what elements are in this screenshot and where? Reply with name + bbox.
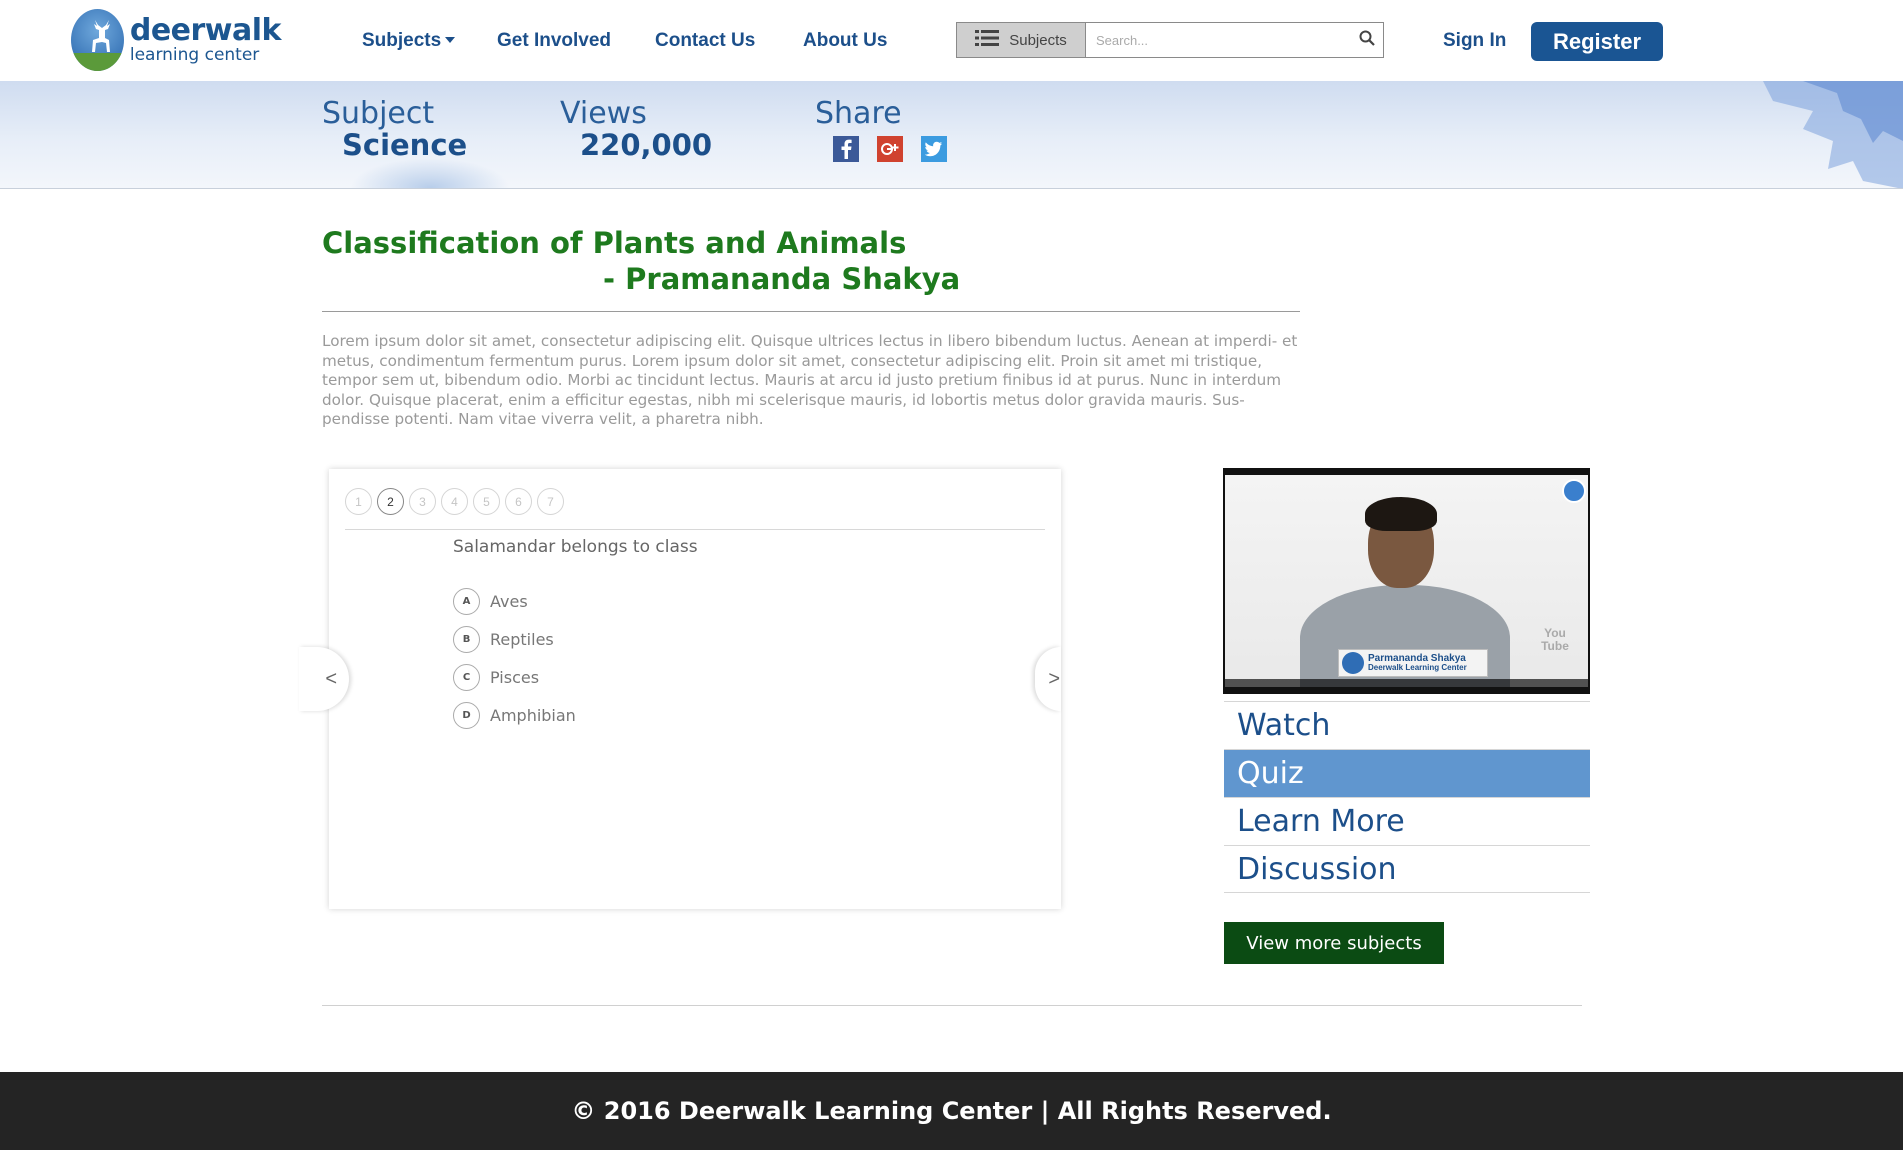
lesson-info-banner: Subject Science Views 220,000 Share <box>0 81 1903 189</box>
quiz-step[interactable]: 4 <box>441 488 468 515</box>
quiz-step[interactable]: 1 <box>345 488 372 515</box>
lesson-description: Lorem ipsum dolor sit amet, consectetur … <box>322 332 1298 428</box>
option-text: Amphibian <box>490 706 576 725</box>
nav-subjects[interactable]: Subjects <box>362 30 456 52</box>
quiz-panel: 1 2 3 4 5 6 7 Salamandar belongs to clas… <box>299 469 1061 909</box>
watercolor-splash-decoration <box>1763 81 1903 188</box>
quiz-next-button[interactable]: > <box>1035 647 1061 711</box>
youtube-logo: You Tube <box>1541 626 1569 654</box>
search-category-dropdown[interactable]: Subjects <box>957 23 1086 57</box>
list-icon <box>975 30 1000 50</box>
views-value: 220,000 <box>580 128 713 162</box>
quiz-step-indicator: 1 2 3 4 5 6 7 <box>345 488 569 515</box>
nav-get-involved[interactable]: Get Involved <box>497 30 611 52</box>
option-text: Aves <box>490 592 528 611</box>
presenter-org: Deerwalk Learning Center <box>1368 663 1467 673</box>
quiz-option-a[interactable]: A Aves <box>453 588 528 615</box>
facebook-icon[interactable] <box>833 136 859 162</box>
search-icon <box>1359 30 1375 51</box>
divider <box>322 311 1300 312</box>
tab-discussion[interactable]: Discussion <box>1224 845 1590 893</box>
search-bar: Subjects <box>956 22 1384 58</box>
view-more-subjects-button[interactable]: View more subjects <box>1224 922 1444 964</box>
option-letter: B <box>453 626 480 653</box>
channel-badge-icon <box>1562 479 1586 503</box>
nav-subjects-label: Subjects <box>362 30 442 51</box>
video-frame: Parmananda Shakya Deerwalk Learning Cent… <box>1225 475 1588 687</box>
lesson-title: Classification of Plants and Animals <box>322 226 907 260</box>
search-input[interactable] <box>1086 23 1351 57</box>
quiz-option-d[interactable]: D Amphibian <box>453 702 576 729</box>
tab-quiz[interactable]: Quiz <box>1224 749 1590 797</box>
subject-value: Science <box>342 128 468 162</box>
quiz-step[interactable]: 6 <box>505 488 532 515</box>
brand-subtitle: learning center <box>129 45 260 65</box>
nav-contact-us[interactable]: Contact Us <box>655 30 755 52</box>
quiz-prev-button[interactable]: < <box>299 647 349 711</box>
tab-watch[interactable]: Watch <box>1224 701 1590 749</box>
quiz-step[interactable]: 3 <box>409 488 436 515</box>
chevron-left-icon: < <box>325 667 337 690</box>
nav-about-us[interactable]: About Us <box>803 30 887 52</box>
video-controls-bar[interactable] <box>1225 679 1588 687</box>
quiz-step[interactable]: 7 <box>537 488 564 515</box>
sign-in-link[interactable]: Sign In <box>1443 30 1506 52</box>
deer-logo-icon <box>71 9 124 71</box>
brand-title: deerwalk <box>129 13 282 48</box>
google-plus-icon[interactable] <box>877 136 903 162</box>
tab-learn-more[interactable]: Learn More <box>1224 797 1590 845</box>
twitter-icon[interactable] <box>921 136 947 162</box>
copyright-text: © 2016 Deerwalk Learning Center | All Ri… <box>571 1097 1332 1125</box>
deer-logo-icon <box>1342 652 1364 674</box>
site-logo[interactable]: deerwalk learning center <box>71 8 282 72</box>
caret-down-icon <box>445 37 456 43</box>
subject-label: Subject <box>322 96 435 131</box>
search-category-label: Subjects <box>1009 31 1067 49</box>
quiz-option-b[interactable]: B Reptiles <box>453 626 554 653</box>
chevron-right-icon: > <box>1048 667 1060 690</box>
search-button[interactable] <box>1351 23 1383 57</box>
option-text: Reptiles <box>490 630 554 649</box>
divider <box>322 1005 1582 1006</box>
lesson-tab-menu: Watch Quiz Learn More Discussion <box>1224 701 1590 893</box>
quiz-option-c[interactable]: C Pisces <box>453 664 539 691</box>
views-label: Views <box>560 96 647 131</box>
option-letter: D <box>453 702 480 729</box>
banner-decoration <box>350 158 510 188</box>
site-footer: © 2016 Deerwalk Learning Center | All Ri… <box>0 1072 1903 1150</box>
video-lower-third: Parmananda Shakya Deerwalk Learning Cent… <box>1338 649 1488 677</box>
option-letter: A <box>453 588 480 615</box>
share-label: Share <box>815 96 902 131</box>
video-player[interactable]: Parmananda Shakya Deerwalk Learning Cent… <box>1223 468 1590 694</box>
quiz-step[interactable]: 5 <box>473 488 500 515</box>
quiz-step-active[interactable]: 2 <box>377 488 404 515</box>
register-button[interactable]: Register <box>1531 22 1663 61</box>
divider <box>345 529 1045 530</box>
option-letter: C <box>453 664 480 691</box>
site-header: deerwalk learning center Subjects Get In… <box>0 0 1903 81</box>
lesson-author: - Pramananda Shakya <box>603 262 961 296</box>
quiz-question: Salamandar belongs to class <box>453 537 698 557</box>
option-text: Pisces <box>490 668 540 687</box>
presenter-image <box>1365 497 1437 531</box>
